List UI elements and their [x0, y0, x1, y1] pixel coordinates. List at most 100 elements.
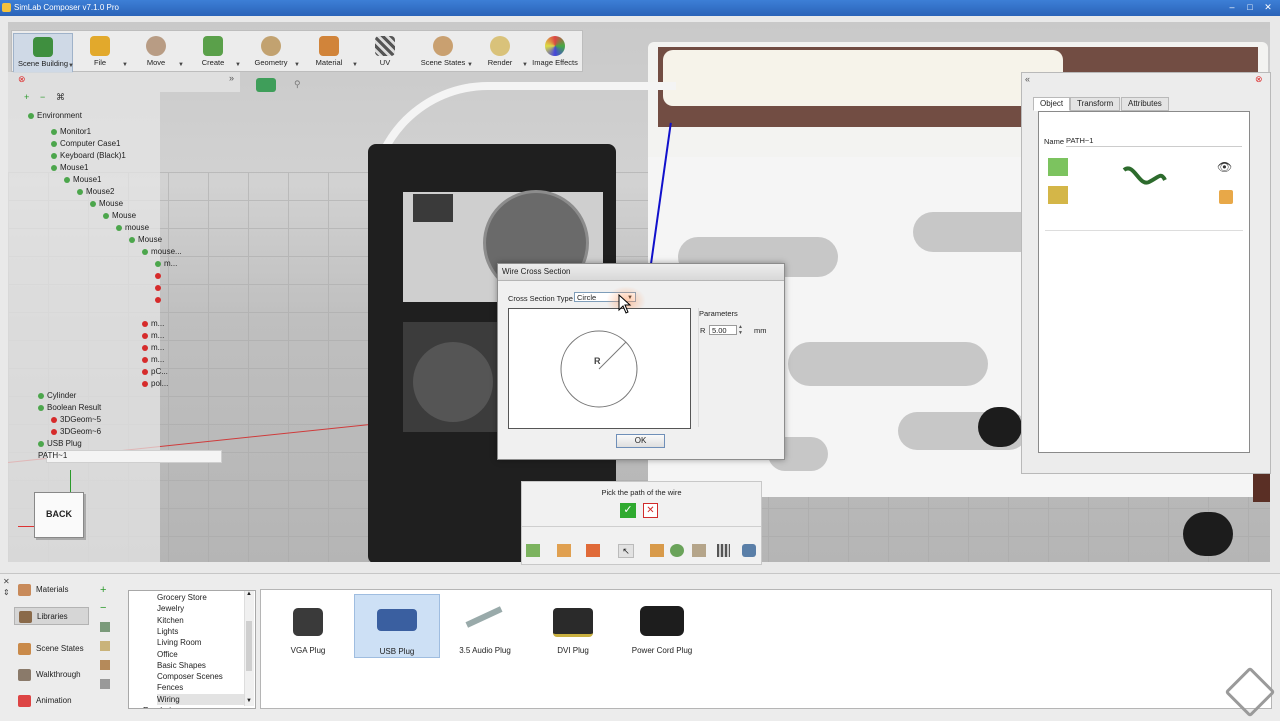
add-node-icon[interactable]: +: [24, 92, 29, 102]
pin-icon[interactable]: ⚲: [294, 79, 301, 90]
name-field[interactable]: PATH~1: [1066, 135, 1242, 147]
category-scrollbar[interactable]: ▲ ▼: [244, 591, 254, 706]
tree-node[interactable]: pol...: [142, 378, 168, 390]
category-item[interactable]: Kitchen: [157, 615, 184, 626]
tree-node[interactable]: Keyboard (Black)1: [51, 150, 126, 162]
object-mode-icon[interactable]: [586, 544, 600, 557]
category-item[interactable]: Fences: [157, 682, 183, 693]
zoom-select-icon[interactable]: [670, 544, 684, 557]
scroll-thumb[interactable]: [246, 621, 252, 671]
tree-node[interactable]: pC...: [142, 366, 168, 378]
category-item[interactable]: Lights: [157, 626, 178, 637]
library-item-usb-plug[interactable]: USB Plug: [354, 594, 440, 658]
category-item[interactable]: Grocery Store: [157, 592, 207, 603]
tree-node[interactable]: mouse...: [142, 246, 182, 258]
select-mode-icon[interactable]: [526, 544, 540, 557]
tab-transform[interactable]: Transform: [1070, 97, 1121, 111]
library-item-dvi-plug[interactable]: DVI Plug: [531, 594, 615, 656]
category-item[interactable]: Jewelry: [157, 603, 184, 614]
category-item[interactable]: Rendering: [143, 705, 180, 708]
add-library-icon[interactable]: +: [100, 584, 106, 596]
yellow-cubes-icon[interactable]: [1048, 186, 1068, 204]
collapse-properties-icon[interactable]: «: [1025, 74, 1030, 84]
create-button[interactable]: Create ▼: [187, 33, 241, 71]
tree-node[interactable]: m...: [142, 342, 164, 354]
unlock-icon[interactable]: [1219, 190, 1233, 204]
tree-node[interactable]: [155, 282, 164, 294]
radius-input[interactable]: 5.00: [709, 325, 737, 335]
nav-animation[interactable]: Animation: [14, 692, 89, 710]
dock-icon[interactable]: ⇕: [3, 588, 10, 597]
library-item-audio-plug[interactable]: 3.5 Audio Plug: [443, 594, 527, 656]
move-button[interactable]: Move ▼: [130, 33, 184, 71]
render-button[interactable]: Render ▼: [474, 33, 528, 71]
tree-node[interactable]: m...: [142, 354, 164, 366]
pointer-tool-icon[interactable]: ↖: [618, 544, 634, 558]
library-item-vga-plug[interactable]: VGA Plug: [266, 594, 350, 656]
close-properties-icon[interactable]: ⊗: [1255, 74, 1263, 85]
nav-materials[interactable]: Materials: [14, 581, 89, 599]
tree-node[interactable]: PATH~1: [38, 450, 67, 462]
scroll-down-icon[interactable]: ▼: [246, 698, 252, 704]
tree-node[interactable]: m...: [142, 318, 164, 330]
category-item[interactable]: Wiring: [157, 693, 245, 705]
nav-libraries[interactable]: Libraries: [14, 607, 89, 625]
uv-button[interactable]: UV: [360, 33, 410, 71]
pin-bottom-icon[interactable]: ✕: [3, 577, 10, 586]
tree-node[interactable]: m...: [155, 258, 177, 270]
category-item[interactable]: Living Room: [157, 637, 201, 648]
tree-node[interactable]: Mouse: [129, 234, 162, 246]
tree-node[interactable]: 3DGeom~5: [51, 414, 101, 426]
nav-scene-states[interactable]: Scene States: [14, 640, 89, 658]
nav-walkthrough[interactable]: Walkthrough: [14, 666, 89, 684]
library-tool-icon[interactable]: [100, 660, 110, 670]
tree-node[interactable]: Monitor1: [51, 126, 91, 138]
face-mode-icon[interactable]: [557, 544, 571, 557]
category-item[interactable]: Office: [157, 649, 178, 660]
tree-node[interactable]: Mouse1: [51, 162, 88, 174]
tree-node[interactable]: [155, 294, 164, 306]
scene-building-button[interactable]: Scene Building ▼: [13, 33, 74, 73]
remove-node-icon[interactable]: −: [40, 92, 45, 102]
tree-node[interactable]: mouse: [116, 222, 149, 234]
tree-node[interactable]: [155, 270, 164, 282]
library-tool-icon[interactable]: [100, 622, 110, 632]
cancel-x-icon[interactable]: ✕: [643, 503, 658, 518]
scene-states-button[interactable]: Scene States ▼: [415, 33, 473, 71]
remove-library-icon[interactable]: −: [100, 602, 106, 614]
radius-stepper[interactable]: ▲ ▼: [738, 324, 743, 336]
tree-node[interactable]: 3DGeom~6: [51, 426, 101, 438]
category-item[interactable]: Basic Shapes: [157, 660, 206, 671]
tab-attributes[interactable]: Attributes: [1121, 97, 1169, 111]
tab-object[interactable]: Object: [1033, 97, 1071, 111]
tree-node[interactable]: m...: [142, 330, 164, 342]
region-select-icon[interactable]: [650, 544, 664, 557]
library-item-power-cord-plug[interactable]: Power Cord Plug: [620, 594, 704, 656]
view-cube[interactable]: BACK: [34, 492, 84, 538]
eye-icon[interactable]: 👁: [1217, 160, 1232, 174]
close-icon[interactable]: ✕: [1262, 2, 1274, 13]
camera-icon[interactable]: [256, 78, 276, 92]
lasso-icon[interactable]: [692, 544, 706, 557]
close-panel-icon[interactable]: ⊗: [18, 74, 26, 85]
image-effects-button[interactable]: Image Effects: [529, 33, 581, 71]
tree-node[interactable]: Cylinder: [38, 390, 76, 402]
tree-node[interactable]: Mouse: [90, 198, 123, 210]
category-item[interactable]: Composer Scenes: [157, 671, 223, 682]
tree-node[interactable]: Mouse1: [64, 174, 101, 186]
tree-node[interactable]: USB Plug: [38, 438, 82, 450]
green-cubes-icon[interactable]: [1048, 158, 1068, 176]
library-options-icon[interactable]: [100, 679, 110, 689]
category-list[interactable]: Grocery Store Jewelry Kitchen Lights Living …: [128, 590, 256, 709]
tree-node[interactable]: Boolean Result: [38, 402, 101, 414]
ok-button[interactable]: OK: [616, 434, 665, 448]
tree-node[interactable]: Computer Case1: [51, 138, 120, 150]
tree-node[interactable]: Mouse: [103, 210, 136, 222]
material-button[interactable]: Material ▼: [302, 33, 358, 71]
accept-check-icon[interactable]: ✓: [620, 503, 636, 518]
geometry-button[interactable]: Geometry ▼: [244, 33, 300, 71]
grid-select-icon[interactable]: [717, 544, 730, 557]
file-button[interactable]: File ▼: [74, 33, 128, 71]
tree-options-icon[interactable]: ⌘: [56, 92, 65, 103]
collapse-panel-icon[interactable]: »: [229, 73, 234, 83]
